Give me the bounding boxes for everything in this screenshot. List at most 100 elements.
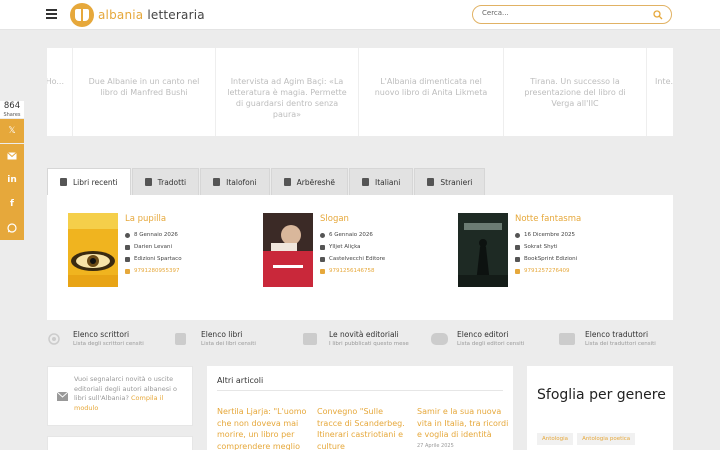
browse-by-genre-panel: Sfoglia per genere Antologia Antologia p… bbox=[527, 366, 673, 450]
tab-italofoni[interactable]: Italofoni bbox=[200, 168, 270, 195]
book-info: La pupilla 8 Gennaio 2026 Darien Levani … bbox=[125, 213, 245, 277]
genre-tag[interactable]: Antologia bbox=[537, 433, 574, 445]
share-linkedin-button[interactable]: in bbox=[0, 168, 24, 192]
book-title-link[interactable]: Slogan bbox=[320, 214, 440, 224]
book-cover-image[interactable] bbox=[68, 213, 118, 287]
article-title-link[interactable]: Samir e la sua nuova vita in Italia, tra… bbox=[417, 406, 509, 441]
book-publisher: Edizioni Spartaco bbox=[125, 253, 245, 265]
article-item[interactable]: Nertila Ljarja: "L'uomo che non doveva m… bbox=[217, 406, 309, 450]
book-title-link[interactable]: La pupilla bbox=[125, 214, 245, 224]
search-input[interactable] bbox=[482, 9, 642, 17]
article-item[interactable]: Samir e la sua nuova vita in Italia, tra… bbox=[417, 406, 509, 449]
book-title-link[interactable]: Notte fantasma bbox=[515, 214, 635, 224]
notice-text: Vuoi segnalarci novità o uscite editoria… bbox=[74, 375, 177, 412]
search-icon[interactable] bbox=[653, 10, 663, 20]
carousel-slide-title: Due Albanie in un canto nel libro di Man… bbox=[88, 77, 200, 97]
submit-notice-box: Vuoi segnalarci novità o uscite editoria… bbox=[47, 366, 193, 426]
tab-arbereshe[interactable]: Arbëreshë bbox=[270, 168, 349, 195]
carousel-slide[interactable]: Ho... bbox=[47, 48, 73, 136]
share-email-button[interactable] bbox=[0, 144, 24, 168]
location-arrow-icon bbox=[320, 256, 325, 262]
other-articles-panel: Altri articoli Nertila Ljarja: "L'uomo c… bbox=[207, 366, 513, 450]
book-date: 16 Dicembre 2025 bbox=[515, 229, 635, 241]
user-icon bbox=[515, 244, 520, 250]
other-articles-heading: Altri articoli bbox=[217, 376, 264, 385]
carousel-slide-title: Tirana. Un successo la presentazione del… bbox=[524, 77, 626, 108]
book-date: 6 Gennaio 2026 bbox=[320, 229, 440, 241]
book-info: Slogan 6 Gennaio 2026 Ylljet Aliçka Cast… bbox=[320, 213, 440, 277]
book-author: Darien Levani bbox=[125, 241, 245, 253]
barcode-icon bbox=[515, 268, 520, 274]
share-counter: 864 Shares bbox=[0, 101, 24, 118]
clock-icon bbox=[320, 232, 325, 238]
book-logo-icon bbox=[70, 3, 94, 27]
carousel-slide-title: Inte... bbox=[655, 77, 673, 86]
book-icon bbox=[213, 178, 221, 186]
carousel-slide[interactable]: Inte... bbox=[647, 48, 673, 136]
logo-text-albania: albania bbox=[98, 8, 144, 22]
tab-stranieri[interactable]: Stranieri bbox=[414, 168, 486, 195]
tab-italiani[interactable]: Italiani bbox=[349, 168, 414, 195]
section-elenco-editori[interactable]: Elenco editori Lista degli editori censi… bbox=[431, 330, 551, 352]
share-count-label: Shares bbox=[3, 112, 21, 118]
book-info: Notte fantasma 16 Dicembre 2025 Sokrat S… bbox=[515, 213, 635, 277]
carousel-slide[interactable]: Due Albanie in un canto nel libro di Man… bbox=[73, 48, 216, 136]
book-cover-image[interactable] bbox=[458, 213, 508, 287]
clock-icon bbox=[515, 232, 520, 238]
translate-icon bbox=[559, 333, 575, 345]
divider bbox=[217, 390, 503, 391]
carousel-slide[interactable]: L'Albania dimenticata nel nuovo libro di… bbox=[359, 48, 504, 136]
book-author: Ylljet Aliçka bbox=[320, 241, 440, 253]
site-header: albania letteraria bbox=[0, 0, 720, 30]
envelope-icon bbox=[57, 392, 68, 401]
share-count-number: 864 bbox=[3, 101, 21, 111]
tab-tradotti[interactable]: Tradotti bbox=[131, 168, 200, 195]
book-isbn: 9791256146758 bbox=[320, 265, 440, 277]
browse-heading: Sfoglia per genere bbox=[537, 387, 666, 403]
share-x-button[interactable]: 𝕏 bbox=[0, 119, 24, 143]
book-icon bbox=[362, 178, 370, 186]
hamburger-menu-icon[interactable] bbox=[46, 9, 57, 19]
book-icon bbox=[283, 178, 291, 186]
book-icon bbox=[144, 178, 152, 186]
book-author: Sokrat Shyti bbox=[515, 241, 635, 253]
carousel-slide[interactable]: Tirana. Un successo la presentazione del… bbox=[504, 48, 647, 136]
email-icon bbox=[7, 152, 17, 160]
section-elenco-traduttori[interactable]: Elenco traduttori Lista dei traduttori c… bbox=[559, 330, 673, 352]
genre-tags: Antologia Antologia poetica bbox=[537, 433, 639, 445]
share-whatsapp-button[interactable] bbox=[0, 216, 24, 240]
article-title-link[interactable]: Convegno "Sulle tracce di Scanderbeg. It… bbox=[317, 406, 409, 450]
book-cover-image[interactable] bbox=[263, 213, 313, 287]
at-sign-icon bbox=[48, 333, 60, 345]
share-facebook-button[interactable]: f bbox=[0, 192, 24, 216]
books-stack-icon bbox=[303, 333, 317, 345]
genre-tag[interactable]: Antologia poetica bbox=[577, 433, 636, 445]
section-elenco-libri[interactable]: Elenco libri Lista dei libri censiti bbox=[175, 330, 295, 352]
carousel-slide-title: L'Albania dimenticata nel nuovo libro di… bbox=[374, 77, 488, 97]
section-elenco-scrittori[interactable]: Elenco scrittori Lista degli scrittori c… bbox=[47, 330, 167, 352]
site-logo[interactable]: albania letteraria bbox=[70, 3, 205, 27]
tab-panel-libri-recenti: La pupilla 8 Gennaio 2026 Darien Levani … bbox=[57, 203, 660, 310]
book-icon bbox=[60, 178, 67, 186]
users-icon bbox=[431, 333, 448, 345]
article-date: 27 Aprile 2025 bbox=[417, 442, 454, 449]
book-date: 8 Gennaio 2026 bbox=[125, 229, 245, 241]
user-icon bbox=[125, 244, 130, 250]
clock-icon bbox=[125, 232, 130, 238]
sidebar-widget-box bbox=[47, 436, 193, 450]
logo-text-letteraria: letteraria bbox=[147, 8, 205, 22]
location-arrow-icon bbox=[125, 256, 130, 262]
article-title-link[interactable]: Nertila Ljarja: "L'uomo che non doveva m… bbox=[217, 406, 309, 450]
location-arrow-icon bbox=[515, 256, 520, 262]
facebook-icon: f bbox=[10, 199, 14, 209]
x-icon: 𝕏 bbox=[8, 126, 16, 136]
tab-libri-recenti[interactable]: Libri recenti bbox=[47, 168, 131, 195]
book-icon bbox=[175, 333, 186, 345]
carousel-slide[interactable]: Intervista ad Agim Baçi: «La letteratura… bbox=[216, 48, 359, 136]
books-tabs: Libri recenti Tradotti Italofoni Arbëres… bbox=[47, 168, 486, 195]
barcode-icon bbox=[125, 268, 130, 274]
section-novita-editoriali[interactable]: Le novità editoriali I libri pubblicati … bbox=[303, 330, 423, 352]
book-publisher: Castelvecchi Editore bbox=[320, 253, 440, 265]
book-isbn: 9791280955397 bbox=[125, 265, 245, 277]
article-item[interactable]: Convegno "Sulle tracce di Scanderbeg. It… bbox=[317, 406, 409, 450]
